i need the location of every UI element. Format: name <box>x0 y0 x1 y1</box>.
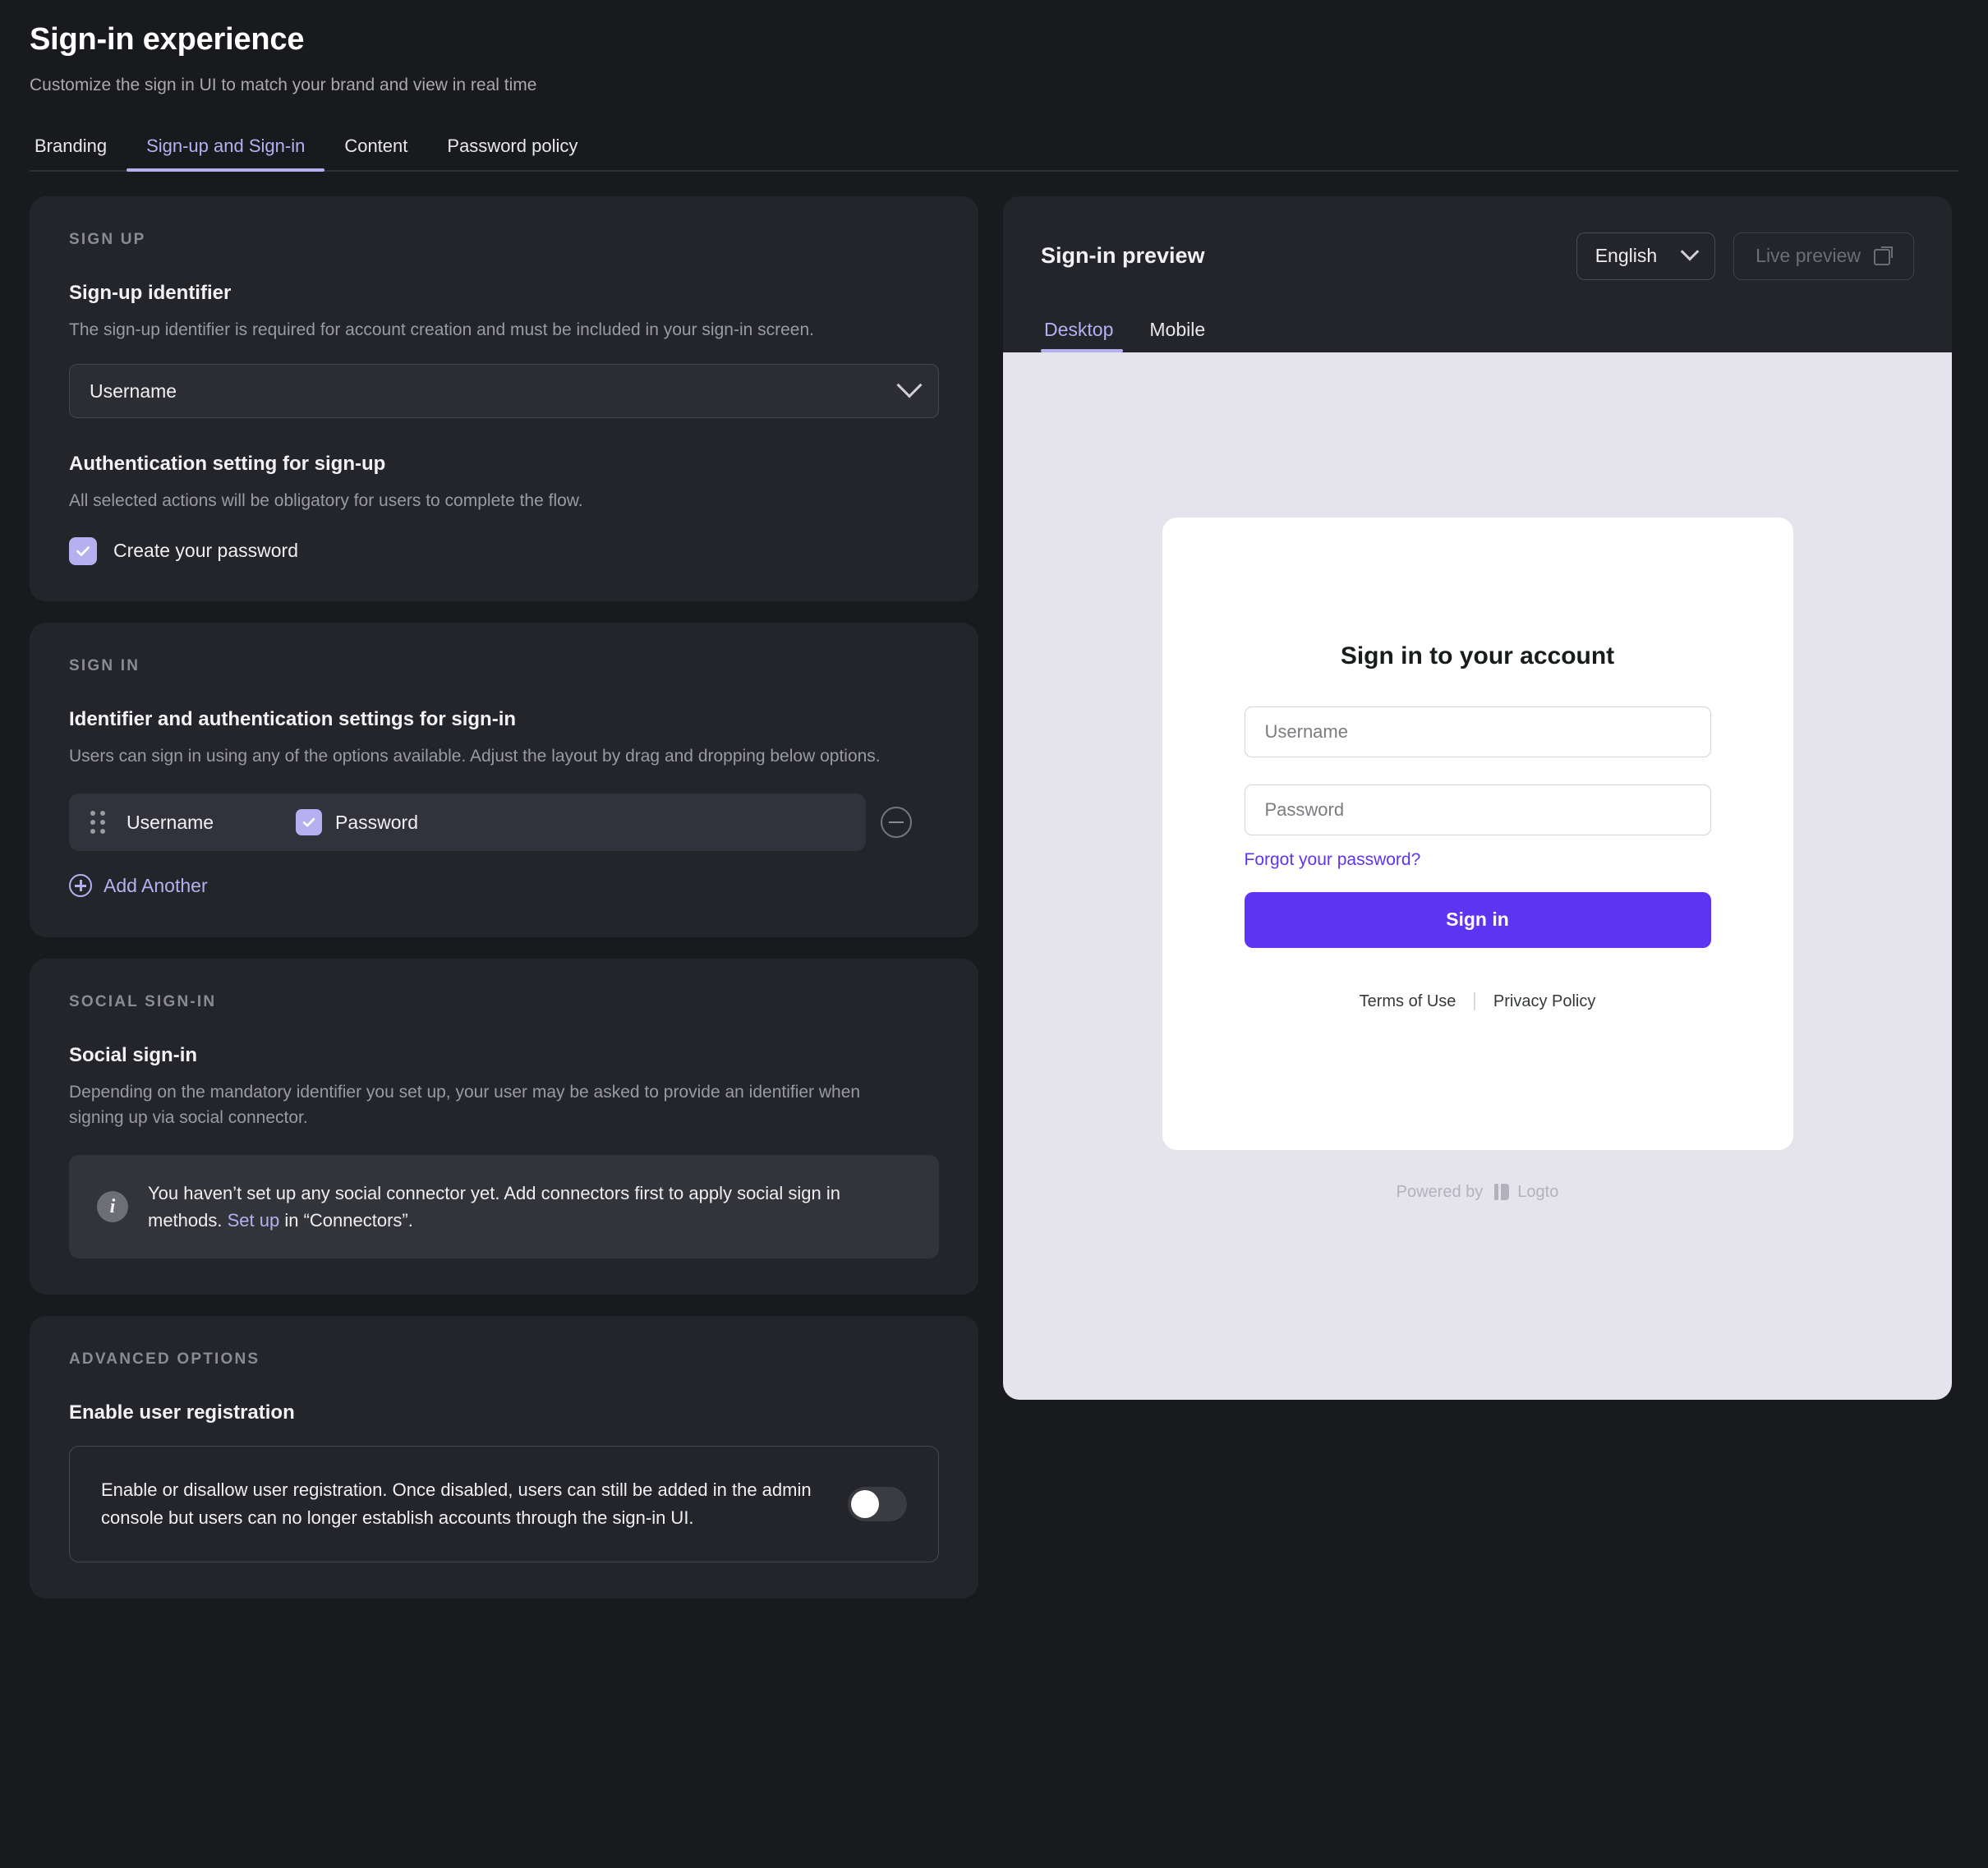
external-link-icon <box>1874 246 1893 265</box>
preview-title: Sign-in preview <box>1041 243 1205 269</box>
forgot-password-link[interactable]: Forgot your password? <box>1245 850 1421 870</box>
create-password-checkbox-row[interactable]: Create your password <box>69 536 939 565</box>
preview-sign-in-button[interactable]: Sign in <box>1244 891 1711 948</box>
plus-circle-icon <box>69 874 92 898</box>
no-connector-alert-text: You haven’t set up any social connector … <box>148 1180 911 1234</box>
checkbox-checked-icon[interactable] <box>69 536 97 565</box>
drag-handle-icon[interactable] <box>90 811 105 835</box>
alert-text-part2: in “Connectors”. <box>279 1210 413 1231</box>
sign-up-identifier-value: Username <box>90 380 177 402</box>
brand-name: Logto <box>1517 1182 1559 1201</box>
enable-user-registration-description: Enable or disallow user registration. On… <box>101 1479 812 1529</box>
page-subtitle: Customize the sign in UI to match your b… <box>30 75 537 94</box>
privacy-policy-link[interactable]: Privacy Policy <box>1493 992 1595 1011</box>
sign-in-preview-card: Sign in to your account Username Passwor… <box>1162 517 1793 1150</box>
preview-legal-links: Terms of Use Privacy Policy <box>1360 992 1595 1011</box>
add-another-label: Add Another <box>104 874 208 896</box>
advanced-section-label: ADVANCED OPTIONS <box>69 1350 260 1369</box>
sign-in-method-row: Username Password <box>69 794 939 852</box>
tab-content[interactable]: Content <box>324 136 427 170</box>
sign-up-auth-group: Authentication setting for sign-up All s… <box>69 453 939 565</box>
preview-tab-mobile[interactable]: Mobile <box>1131 319 1223 352</box>
preview-actions: English Live preview <box>1576 232 1914 280</box>
advanced-options-card: ADVANCED OPTIONS Enable user registratio… <box>30 1316 978 1599</box>
chevron-down-icon <box>896 372 923 398</box>
enable-user-registration-box: Enable or disallow user registration. On… <box>69 1446 939 1563</box>
checkbox-checked-icon[interactable] <box>296 809 322 836</box>
sign-in-section-label: SIGN IN <box>69 656 140 674</box>
sign-in-card: SIGN IN Identifier and authentication se… <box>30 622 978 938</box>
sign-up-identifier-title: Sign-up identifier <box>69 281 232 304</box>
sign-in-identifier-name: Username <box>127 811 214 833</box>
live-preview-button[interactable]: Live preview <box>1733 232 1914 280</box>
language-select[interactable]: English <box>1576 232 1716 280</box>
set-up-connectors-link[interactable]: Set up <box>228 1210 280 1231</box>
preview-username-input[interactable]: Username <box>1244 706 1711 757</box>
sign-up-auth-title: Authentication setting for sign-up <box>69 453 386 476</box>
preview-password-input[interactable]: Password <box>1244 784 1711 835</box>
sign-up-identifier-select[interactable]: Username <box>69 364 939 419</box>
chevron-down-icon <box>1680 242 1700 261</box>
language-value: English <box>1595 245 1658 267</box>
sign-up-section-label: SIGN UP <box>69 230 146 248</box>
sign-up-auth-description: All selected actions will be obligatory … <box>69 491 583 511</box>
info-icon: i <box>97 1191 128 1223</box>
add-another-button[interactable]: Add Another <box>69 874 208 898</box>
preview-header: Sign-in preview English Live preview <box>1003 196 1952 280</box>
preview-column: Sign-in preview English Live preview Des… <box>1003 196 1952 1400</box>
terms-of-use-link[interactable]: Terms of Use <box>1360 992 1456 1011</box>
social-sign-in-card: SOCIAL SIGN-IN Social sign-in Depending … <box>30 959 978 1295</box>
enable-user-registration-title: Enable user registration <box>69 1401 295 1424</box>
main-tabbar: Branding Sign-up and Sign-in Content Pas… <box>30 126 1958 172</box>
social-sign-in-description: Depending on the mandatory identifier yo… <box>69 1083 861 1127</box>
preview-tab-desktop[interactable]: Desktop <box>1041 319 1131 352</box>
settings-column: SIGN UP Sign-up identifier The sign-up i… <box>30 196 978 1620</box>
page-header: Sign-in experience Customize the sign in… <box>0 0 1988 96</box>
preview-tabbar: Desktop Mobile <box>1003 308 1952 352</box>
logto-logo-icon <box>1494 1184 1510 1201</box>
tab-branding[interactable]: Branding <box>30 136 127 170</box>
no-connector-alert: i You haven’t set up any social connecto… <box>69 1155 939 1259</box>
sign-in-settings-title: Identifier and authentication settings f… <box>69 707 517 730</box>
preview-stage: Sign in to your account Username Passwor… <box>1003 352 1952 1400</box>
sign-up-card: SIGN UP Sign-up identifier The sign-up i… <box>30 196 978 601</box>
remove-sign-in-method-icon[interactable] <box>881 807 912 839</box>
toggle-knob <box>851 1490 879 1519</box>
tab-signup-and-signin[interactable]: Sign-up and Sign-in <box>127 136 325 172</box>
sign-in-heading: Sign in to your account <box>1340 642 1615 669</box>
enable-user-registration-toggle[interactable] <box>848 1487 907 1522</box>
powered-by-footer: Powered by Logto <box>1397 1183 1559 1202</box>
create-password-label: Create your password <box>113 540 298 562</box>
powered-by-label: Powered by <box>1396 1182 1484 1201</box>
legal-divider <box>1474 992 1475 1011</box>
sign-in-password-checkbox-row[interactable]: Password <box>296 809 418 836</box>
tab-password-policy[interactable]: Password policy <box>427 136 597 170</box>
sign-in-password-label: Password <box>335 811 418 833</box>
social-sign-in-title: Social sign-in <box>69 1044 198 1067</box>
page-title: Sign-in experience <box>30 22 305 57</box>
social-section-label: SOCIAL SIGN-IN <box>69 993 217 1011</box>
sign-up-identifier-description: The sign-up identifier is required for a… <box>69 320 814 339</box>
sign-in-preview-panel: Sign-in preview English Live preview Des… <box>1003 196 1952 1400</box>
sign-in-method-item[interactable]: Username Password <box>69 794 866 852</box>
page-body: SIGN UP Sign-up identifier The sign-up i… <box>0 172 1988 1620</box>
sign-in-settings-description: Users can sign in using any of the optio… <box>69 746 881 766</box>
live-preview-label: Live preview <box>1756 245 1861 267</box>
